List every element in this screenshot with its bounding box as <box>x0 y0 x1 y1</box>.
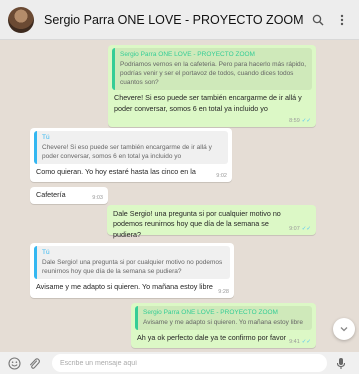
message-text: Como quieran. Yo hoy estaré hasta las ci… <box>36 167 196 177</box>
message-time: 8:59 ✓✓ <box>289 118 311 124</box>
message-list[interactable]: Sergio Parra ONE LOVE - PROYECTO ZOOM Po… <box>0 40 359 352</box>
message-incoming[interactable]: Tú Dale Sergio! una pregunta si por cual… <box>30 243 234 298</box>
read-tick-icon: ✓✓ <box>301 118 311 124</box>
quote-author: Tú <box>42 249 50 256</box>
message-time: 9:02 <box>216 173 227 179</box>
quote-text: Chevere! Si eso puede ser también encarg… <box>42 144 212 161</box>
quoted-message[interactable]: Sergio Parra ONE LOVE - PROYECTO ZOOM Po… <box>112 48 312 91</box>
message-text: Ah ya ok perfecto dale ya te confirmo po… <box>137 333 287 343</box>
composer-bar <box>0 352 359 374</box>
message-text: Dale Sergio! una pregunta si por cualqui… <box>113 209 281 239</box>
message-outgoing[interactable]: Sergio Parra ONE LOVE - PROYECTO ZOOM Av… <box>131 303 316 348</box>
quote-author: Tú <box>42 134 50 141</box>
quote-text: Dale Sergio! una pregunta si por cualqui… <box>42 259 223 276</box>
message-outgoing[interactable]: Sergio Parra ONE LOVE - PROYECTO ZOOM Po… <box>108 45 316 127</box>
contact-name[interactable]: Sergio Parra ONE LOVE - PROYECTO ZOOM <box>44 13 304 27</box>
message-time: 9:03 <box>92 195 103 201</box>
quote-author: Sergio Parra ONE LOVE - PROYECTO ZOOM <box>120 51 255 58</box>
message-text: Avisame y me adapto si quieren. Yo mañan… <box>36 282 213 292</box>
paperclip-icon[interactable] <box>26 355 42 371</box>
quoted-message[interactable]: Sergio Parra ONE LOVE - PROYECTO ZOOM Av… <box>135 306 312 331</box>
message-time: 9:41 ✓✓ <box>289 339 311 345</box>
message-incoming[interactable]: Cafetería 9:03 <box>30 187 108 204</box>
quoted-message[interactable]: Tú Dale Sergio! una pregunta si por cual… <box>34 246 230 280</box>
quote-text: Avisame y me adapto si quieren. Yo mañan… <box>143 319 303 326</box>
message-outgoing[interactable]: Dale Sergio! una pregunta si por cualqui… <box>107 205 316 239</box>
chat-header: Sergio Parra ONE LOVE - PROYECTO ZOOM <box>0 0 359 40</box>
menu-icon[interactable] <box>333 10 351 30</box>
scroll-down-button[interactable] <box>333 318 355 340</box>
read-tick-icon: ✓✓ <box>301 226 311 232</box>
message-text: Chevere! Si eso puede ser también encarg… <box>114 93 302 113</box>
message-incoming[interactable]: Tú Chevere! Si eso puede ser también enc… <box>30 128 232 182</box>
read-tick-icon: ✓✓ <box>301 339 311 345</box>
quoted-message[interactable]: Tú Chevere! Si eso puede ser también enc… <box>34 131 228 165</box>
search-icon[interactable] <box>310 10 328 30</box>
quote-author: Sergio Parra ONE LOVE - PROYECTO ZOOM <box>143 309 278 316</box>
emoji-icon[interactable] <box>6 355 22 371</box>
quote-text: Podriamos vernos en la cafeteria. Pero p… <box>120 61 307 87</box>
message-time: 9:28 <box>218 289 229 295</box>
avatar[interactable] <box>8 6 34 33</box>
message-time: 9:07 ✓✓ <box>289 226 311 232</box>
message-input[interactable] <box>52 354 327 372</box>
chevron-down-icon <box>340 327 348 332</box>
microphone-icon[interactable] <box>333 355 349 371</box>
